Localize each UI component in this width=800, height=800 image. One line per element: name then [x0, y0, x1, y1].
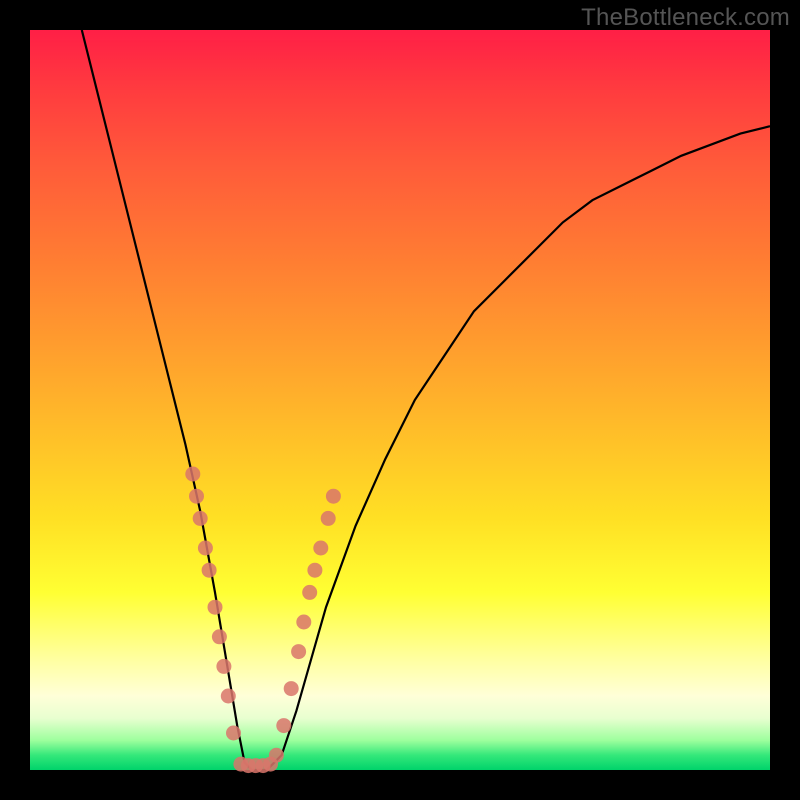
highlight-dot	[307, 563, 322, 578]
highlight-dot	[296, 615, 311, 630]
curve-layer	[30, 30, 770, 770]
highlight-dot	[291, 644, 306, 659]
highlight-dot	[226, 726, 241, 741]
highlight-dot	[276, 718, 291, 733]
highlight-dot	[216, 659, 231, 674]
highlight-dot	[284, 681, 299, 696]
highlight-dot	[302, 585, 317, 600]
highlight-dot	[208, 600, 223, 615]
highlight-dot	[193, 511, 208, 526]
highlight-dot	[189, 489, 204, 504]
highlight-dot	[202, 563, 217, 578]
watermark-text: TheBottleneck.com	[581, 4, 790, 32]
chart-frame: TheBottleneck.com	[0, 0, 800, 800]
highlight-dot	[212, 629, 227, 644]
highlight-dot	[321, 511, 336, 526]
highlight-dot	[185, 467, 200, 482]
highlight-dot	[326, 489, 341, 504]
highlight-dots	[185, 467, 341, 774]
bottleneck-curve	[82, 30, 770, 770]
highlight-dot	[221, 689, 236, 704]
highlight-dot	[198, 541, 213, 556]
highlight-dot	[313, 541, 328, 556]
highlight-dot	[269, 748, 284, 763]
